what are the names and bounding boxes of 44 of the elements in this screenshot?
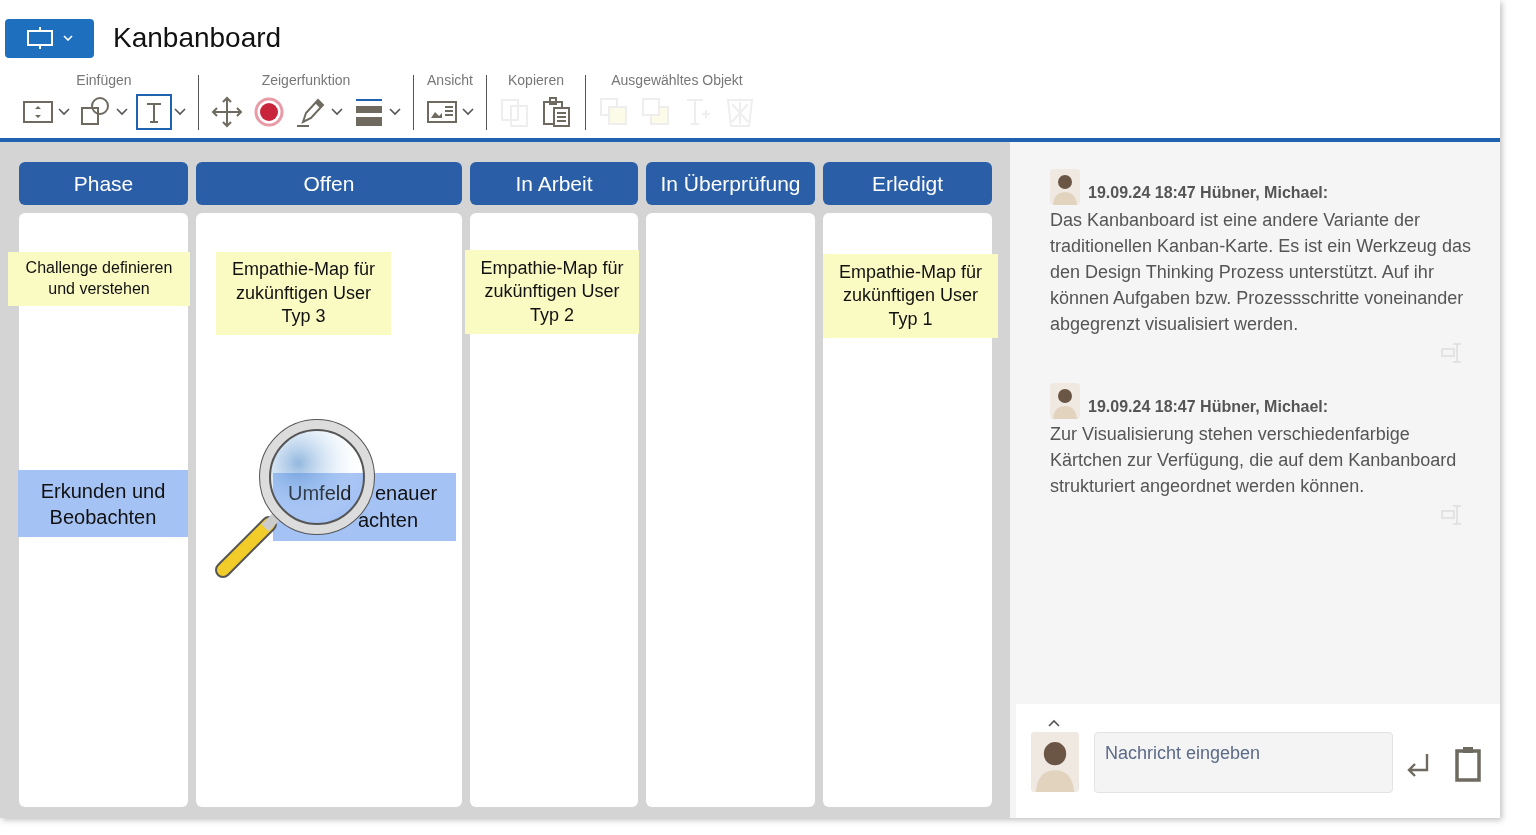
monitor-icon — [26, 27, 53, 49]
kanban-card[interactable]: Empathie-Map für zukünftigen User Typ 3 — [216, 252, 391, 335]
message-input[interactable]: Nachricht eingeben — [1094, 732, 1393, 793]
group-label: Einfügen — [76, 71, 132, 90]
paste-icon[interactable] — [541, 96, 573, 128]
column-header: Offen — [196, 162, 462, 205]
pen-icon[interactable] — [295, 96, 327, 128]
text-tool-icon[interactable] — [138, 96, 170, 128]
message-meta: 19.09.24 18:47 Hübner, Michael: — [1088, 397, 1329, 417]
column-header: In Überprüfung — [646, 162, 815, 205]
app-menu-button[interactable] — [5, 18, 94, 58]
card-text: achten — [358, 508, 419, 533]
kanban-card[interactable]: Empathie-Map für zukünftigen User Typ 2 — [465, 250, 639, 334]
avatar-silhouette-icon — [1050, 169, 1080, 205]
message-meta: 19.09.24 18:47 Hübner, Michael: — [1088, 183, 1329, 203]
card-text: enauer — [375, 481, 438, 506]
kanban-card[interactable]: Empathie-Map für zukünftigen User Typ 1 — [823, 254, 998, 338]
group-label: Kopieren — [507, 71, 564, 90]
card-text: Umfeld — [288, 481, 352, 506]
column-header: In Arbeit — [470, 162, 638, 205]
dropdown-caret-icon[interactable] — [174, 108, 186, 116]
group-label: Ausgewähltes Objekt — [611, 71, 743, 90]
dropdown-caret-icon[interactable] — [58, 108, 70, 116]
move-icon[interactable] — [211, 96, 243, 128]
collapse-caret-icon[interactable] — [1048, 719, 1060, 727]
avatar-silhouette-icon — [1031, 732, 1079, 792]
line-weight-icon[interactable] — [353, 96, 385, 128]
message-text: Zur Visualisierung stehen verschiedenfarbige Kärtchen zur Verfügung, die auf dem Kanbanboard strukturiert angeordnet werden können. — [1050, 423, 1458, 498]
dropdown-caret-icon[interactable] — [331, 108, 343, 116]
dropdown-caret-icon[interactable] — [389, 108, 401, 116]
shapes-icon[interactable] — [80, 96, 112, 128]
group-label: Ansicht — [427, 71, 473, 90]
kanban-card[interactable]: Erkunden und Beobachten — [18, 470, 188, 537]
target-icon[interactable] — [253, 96, 285, 128]
message-text: Das Kanbanboard ist eine andere Variante der traditionellen Kanban-Karte. Es ist ein Werkzeug das den Design Thinking Prozess unterstützt. Auf ihr können Aufgaben bzw. Prozessschritte voneinander abgegrenzt visualisiert werden. — [1050, 209, 1472, 336]
window-title: Kanbanboard — [113, 21, 282, 55]
clipboard-icon[interactable] — [1455, 746, 1481, 782]
dropdown-caret-icon[interactable] — [116, 108, 128, 116]
kanban-card[interactable]: Challenge definieren und verstehen — [8, 252, 190, 306]
dropdown-caret-icon[interactable] — [462, 108, 474, 116]
column-header: Phase — [19, 162, 188, 205]
avatar-silhouette-icon — [1050, 383, 1080, 419]
column-header: Erledigt — [823, 162, 992, 205]
group-label: Zeigerfunktion — [261, 71, 351, 90]
